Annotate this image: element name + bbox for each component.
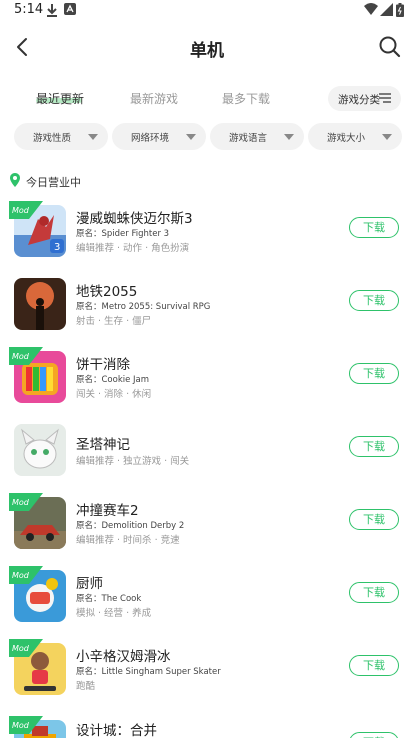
filter-bar: 游戏性质 网络环境 游戏语言 游戏大小 [0,123,414,151]
game-name: 小辛格汉姆滑冰 [76,649,171,665]
status-bar: 5:14 [0,0,414,22]
game-name: 饼干消除 [76,357,130,373]
game-original-name: 原名：The Cook [76,594,142,604]
caret-down-icon [284,134,294,140]
game-category-button[interactable]: 游戏分类 [328,86,401,111]
caret-down-icon [186,134,196,140]
game-tags: 编辑推荐 · 时间杀 · 竞速 [76,535,180,546]
app-notification-icon [64,3,76,15]
tab-recent-updates[interactable]: 最近更新 [36,90,84,107]
game-name: 冲撞赛车2 [76,503,139,519]
game-item[interactable]: Mod 设计城：合并 下载 [0,716,414,738]
game-original-name: 原名：Demolition Derby 2 [76,521,185,531]
page-title: 单机 [190,41,224,61]
mod-badge: Mod [9,347,43,365]
game-tags: 编辑推荐 · 动作 · 角色扮演 [76,243,190,254]
tab-newest-games[interactable]: 最新游戏 [130,90,178,107]
filter-size[interactable]: 游戏大小 [308,123,402,150]
svg-text:Mod: Mod [12,206,30,215]
svg-text:Mod: Mod [12,498,30,507]
mod-badge: Mod [9,639,43,657]
download-button[interactable]: 下载 [349,655,399,676]
download-button[interactable]: 下载 [349,509,399,530]
download-button[interactable]: 下载 [349,290,399,311]
game-item[interactable]: Mod 冲撞赛车2 原名：Demolition Derby 2 编辑推荐 · 时… [0,493,414,561]
location-pin-icon [10,173,20,187]
game-item[interactable]: Mod 厨师 原名：The Cook 模拟 · 经营 · 养成 下载 [0,566,414,634]
game-item[interactable]: Mod 小辛格汉姆滑冰 原名：Little Singham Super Skat… [0,639,414,707]
header: 单机 [0,22,414,72]
game-name: 地铁2055 [76,284,138,300]
mod-badge: Mod [9,201,43,219]
section-title: 今日营业中 [26,176,81,189]
svg-text:3: 3 [54,242,60,253]
game-original-name: 原名：Little Singham Super Skater [76,667,221,677]
game-item[interactable]: 3 Mod 漫威蜘蛛侠迈尔斯3 原名：Spider Fighter 3 编辑推荐… [0,201,414,269]
svg-text:Mod: Mod [12,571,30,580]
signal-icon [380,3,393,16]
wifi-icon [364,3,378,15]
menu-lines-icon [379,93,391,103]
download-button[interactable]: 下载 [349,436,399,457]
svg-text:Mod: Mod [12,721,30,730]
game-category-label: 游戏分类 [338,94,380,106]
filter-network[interactable]: 网络环境 [112,123,206,150]
download-button[interactable]: 下载 [349,363,399,384]
caret-down-icon [88,134,98,140]
game-tags: 编辑推荐 · 独立游戏 · 闯关 [76,456,190,467]
game-original-name: 原名：Spider Fighter 3 [76,229,170,239]
search-icon[interactable] [376,33,404,61]
download-icon [47,4,57,17]
game-name: 圣塔神记 [76,437,130,453]
game-tags: 模拟 · 经营 · 养成 [76,608,152,619]
game-icon [14,278,66,330]
game-item[interactable]: Mod 饼干消除 原名：Cookie Jam 闯关 · 消除 · 休闲 下载 [0,347,414,415]
game-item[interactable]: 圣塔神记 编辑推荐 · 独立游戏 · 闯关 下载 [0,424,414,488]
game-tags: 跑酷 [76,681,96,692]
filter-game-nature[interactable]: 游戏性质 [14,123,108,150]
svg-text:Mod: Mod [12,644,30,653]
mod-badge: Mod [9,493,43,511]
caret-down-icon [382,134,392,140]
download-button[interactable]: 下载 [349,582,399,603]
mod-badge: Mod [9,716,43,734]
game-name: 厨师 [76,576,103,592]
game-tags: 射击 · 生存 · 僵尸 [76,316,152,327]
game-name: 设计城：合并 [76,723,157,738]
filter-label: 游戏性质 [32,133,71,144]
filter-label: 网络环境 [130,133,169,144]
game-original-name: 原名：Cookie Jam [76,375,150,385]
filter-language[interactable]: 游戏语言 [210,123,304,150]
download-button[interactable]: 下载 [349,732,399,738]
download-button[interactable]: 下载 [349,217,399,238]
game-original-name: 原名：Metro 2055: Survival RPG [76,302,211,312]
battery-icon [396,3,404,17]
game-icon [14,424,66,476]
game-name: 漫威蜘蛛侠迈尔斯3 [76,211,193,227]
filter-label: 游戏语言 [228,133,267,144]
svg-text:Mod: Mod [12,352,30,361]
status-time: 5:14 [14,2,44,17]
tab-most-downloads[interactable]: 最多下载 [222,90,270,107]
game-tags: 闯关 · 消除 · 休闲 [76,389,152,400]
filter-label: 游戏大小 [326,133,365,144]
mod-badge: Mod [9,566,43,584]
game-item[interactable]: 地铁2055 原名：Metro 2055: Survival RPG 射击 · … [0,278,414,342]
